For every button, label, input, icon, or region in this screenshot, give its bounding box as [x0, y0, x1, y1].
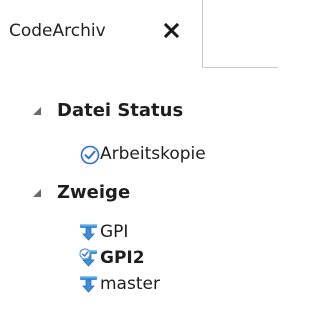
section-label: Datei Status	[57, 100, 184, 121]
tree-section-datei-status[interactable]: Datei Status	[0, 68, 278, 121]
expanded-triangle-icon[interactable]	[32, 106, 42, 116]
branch-icon	[80, 224, 97, 241]
tab-label: CodeArchiv	[9, 21, 106, 41]
tab-codearchiv[interactable]: CodeArchiv	[0, 0, 203, 68]
close-icon[interactable]	[163, 22, 180, 39]
item-label: Arbeitskopie	[100, 144, 206, 164]
section-label: Zweige	[57, 182, 131, 203]
item-label: GPI2	[100, 248, 145, 268]
check-circle-icon	[80, 145, 100, 165]
tree-panel: Datei Status Arbeitskopie Zweige GPI GPI…	[0, 68, 278, 320]
branch-active-icon	[79, 248, 97, 267]
tab-bar: CodeArchiv	[0, 0, 278, 68]
expanded-triangle-icon[interactable]	[32, 188, 42, 198]
branch-icon	[80, 276, 97, 293]
item-label: master	[100, 274, 160, 294]
item-label: GPI	[100, 222, 129, 242]
